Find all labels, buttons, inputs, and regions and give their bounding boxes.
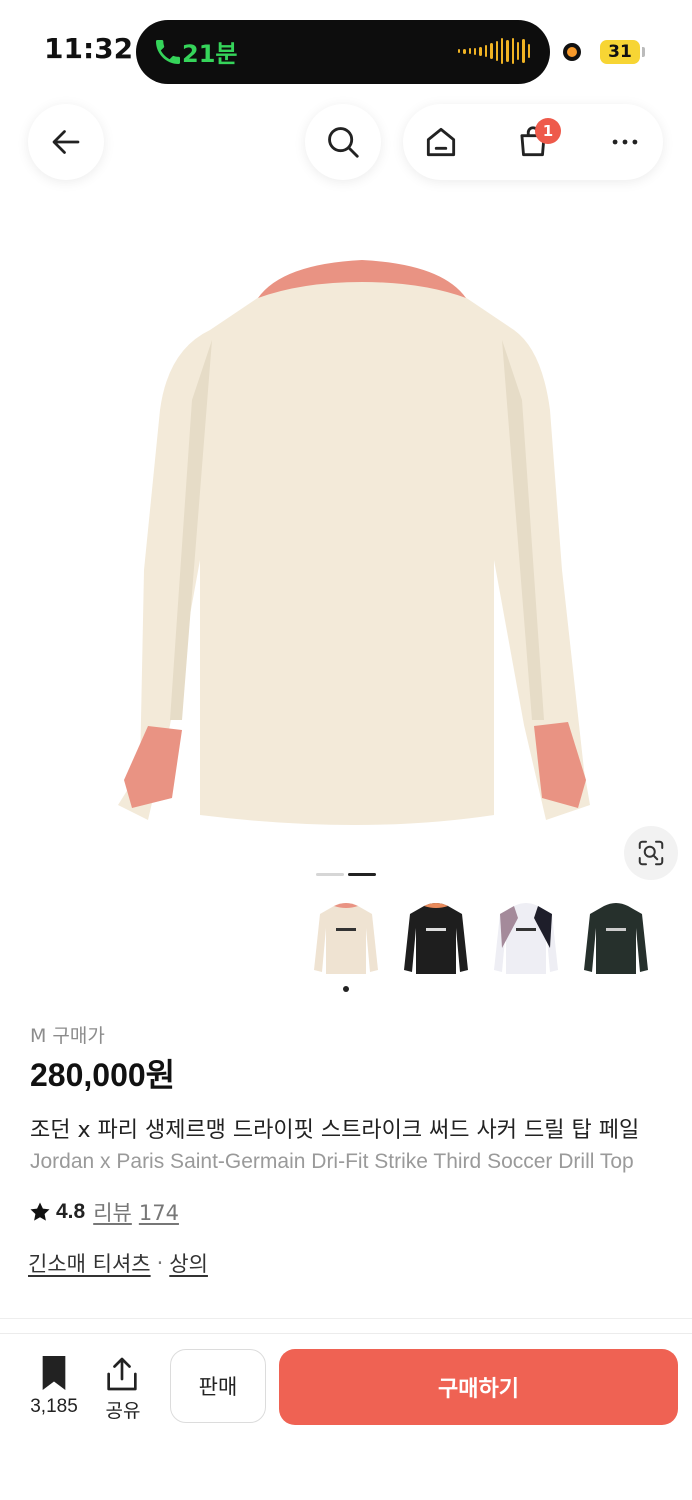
size-price-label: M 구매가 <box>30 1025 105 1047</box>
battery-icon: 31 <box>600 40 640 64</box>
product-title-en: Jordan x Paris Saint-Germain Dri-Fit Str… <box>30 1150 634 1173</box>
status-time: 11:32 <box>44 32 134 65</box>
more-horizontal-icon <box>612 139 638 145</box>
phone-icon <box>156 40 180 64</box>
thumbnail-dark-green[interactable] <box>582 898 650 978</box>
star-icon <box>30 1202 50 1221</box>
reviews-count: 174 <box>138 1201 179 1225</box>
thumbnail-black[interactable] <box>402 898 470 978</box>
battery-level: 31 <box>608 42 632 62</box>
category-link-main[interactable]: 긴소매 티셔츠 <box>28 1248 151 1278</box>
nav-actions-group: 1 <box>403 104 663 180</box>
recording-dot-icon <box>563 43 581 61</box>
page-dot-1 <box>316 873 344 876</box>
arrow-left-icon <box>52 130 80 154</box>
cart-badge: 1 <box>535 118 561 144</box>
visual-search-button[interactable] <box>624 826 678 880</box>
page-dot-2 <box>348 873 376 876</box>
thumbnail-white[interactable] <box>492 898 560 978</box>
search-button[interactable] <box>305 104 381 180</box>
category-breadcrumb: 긴소매 티셔츠 · 상의 <box>28 1248 208 1278</box>
home-button[interactable] <box>421 122 461 162</box>
rating-row: 4.8 리뷰 174 <box>28 1197 179 1227</box>
visual-search-icon <box>638 840 664 866</box>
thumbnail-cream[interactable] <box>312 898 380 978</box>
more-button[interactable] <box>605 122 645 162</box>
share-icon <box>107 1357 137 1391</box>
bookmark-button[interactable] <box>26 1354 82 1396</box>
rating-score: 4.8 <box>56 1200 86 1223</box>
thumbnail-white-partial[interactable] <box>672 898 692 978</box>
battery-tip <box>642 47 645 57</box>
thumbnail-selected-indicator <box>343 986 349 992</box>
color-thumbnails <box>312 898 692 978</box>
home-icon <box>426 127 456 157</box>
divider <box>0 1318 692 1319</box>
image-page-indicator <box>316 873 376 876</box>
bookmark-count: 3,185 <box>30 1396 78 1417</box>
bookmark-icon <box>42 1356 66 1390</box>
audio-waveform-icon <box>458 36 531 66</box>
product-title-ko: 조던 x 파리 생제르맹 드라이핏 스트라이크 써드 사커 드릴 탑 페일 <box>30 1118 640 1143</box>
sell-button[interactable]: 판매 <box>170 1349 266 1423</box>
category-separator: · <box>156 1251 164 1275</box>
reviews-link[interactable]: 리뷰 174 <box>93 1197 179 1227</box>
call-duration: 21분 <box>182 40 238 68</box>
reviews-label: 리뷰 <box>93 1201 132 1225</box>
category-link-sub[interactable]: 상의 <box>169 1248 208 1278</box>
product-image[interactable] <box>110 250 590 840</box>
back-button[interactable] <box>28 104 104 180</box>
share-button[interactable] <box>102 1354 144 1398</box>
buy-button[interactable]: 구매하기 <box>279 1349 678 1425</box>
share-label: 공유 <box>105 1400 141 1422</box>
price: 280,000원 <box>30 1057 176 1093</box>
search-icon <box>328 127 359 158</box>
